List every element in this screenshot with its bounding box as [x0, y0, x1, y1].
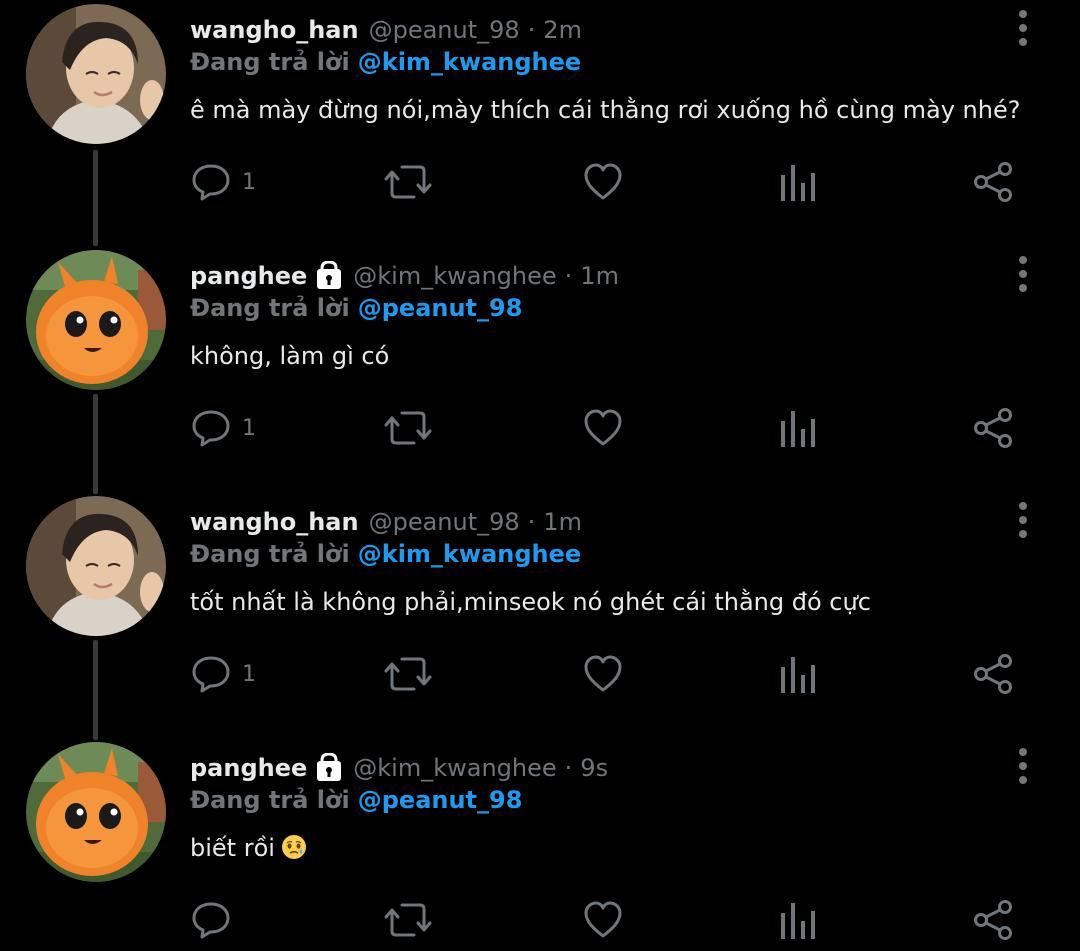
stats-button[interactable] — [780, 896, 816, 944]
tweet-text: biết rồi — [190, 834, 275, 862]
timestamp[interactable]: 1m — [543, 508, 582, 536]
reply-prefix: Đang trả lời — [190, 48, 350, 76]
share-button[interactable] — [972, 650, 1014, 698]
user-handle[interactable]: @peanut_98 — [369, 16, 520, 44]
tweet-text: không, làm gì có — [190, 342, 390, 370]
reply-button[interactable]: 1 — [190, 404, 256, 452]
tweet[interactable]: wangho_han @peanut_98 · 1m Đang trả lời @… — [0, 492, 1080, 738]
share-icon — [974, 162, 1012, 202]
reply-mention-link[interactable]: @kim_kwanghee — [358, 540, 581, 568]
reply-count: 1 — [242, 169, 256, 195]
like-icon — [584, 409, 622, 446]
user-handle[interactable]: @kim_kwanghee — [353, 754, 556, 782]
stats-button[interactable] — [780, 404, 816, 452]
retweet-icon — [384, 657, 432, 691]
like-icon — [584, 163, 622, 200]
replying-to: Đang trả lời @peanut_98 — [190, 786, 522, 814]
retweet-icon — [384, 165, 432, 199]
stats-icon — [781, 903, 815, 939]
display-name[interactable]: panghee — [190, 754, 307, 782]
user-handle[interactable]: @kim_kwanghee — [353, 262, 556, 290]
display-name[interactable]: wangho_han — [190, 16, 359, 44]
action-bar: 1 — [0, 158, 1080, 206]
reply-prefix: Đang trả lời — [190, 540, 350, 568]
tweet-body: biết rồi — [190, 834, 307, 862]
replying-to: Đang trả lời @peanut_98 — [190, 294, 522, 322]
tweet[interactable]: wangho_han @peanut_98 · 2m Đang trả lời @… — [0, 0, 1080, 246]
reply-count: 1 — [242, 661, 256, 687]
avatar[interactable] — [26, 250, 166, 390]
separator-dot: · — [527, 508, 536, 536]
action-bar: 1 — [0, 404, 1080, 452]
separator-dot: · — [564, 262, 573, 290]
tweet-text: ê mà mày đừng nói,mày thích cái thằng rơ… — [190, 96, 1021, 124]
action-bar — [0, 896, 1080, 944]
like-button[interactable] — [582, 158, 624, 206]
stats-button[interactable] — [780, 650, 816, 698]
reply-mention-link[interactable]: @kim_kwanghee — [358, 48, 581, 76]
share-icon — [974, 654, 1012, 694]
avatar[interactable] — [26, 742, 166, 882]
like-icon — [584, 901, 622, 938]
stats-icon — [781, 411, 815, 447]
more-icon[interactable] — [1006, 746, 1040, 786]
reply-prefix: Đang trả lời — [190, 294, 350, 322]
tweet[interactable]: panghee @kim_kwanghee · 1m Đang trả lời @… — [0, 246, 1080, 492]
reply-prefix: Đang trả lời — [190, 786, 350, 814]
retweet-button[interactable] — [384, 650, 432, 698]
timestamp[interactable]: 1m — [580, 262, 619, 290]
display-name[interactable]: wangho_han — [190, 508, 359, 536]
retweet-button[interactable] — [384, 896, 432, 944]
like-button[interactable] — [582, 896, 624, 944]
lock-icon — [315, 260, 343, 291]
share-button[interactable] — [972, 896, 1014, 944]
more-icon[interactable] — [1006, 254, 1040, 294]
reply-icon — [192, 656, 230, 693]
reply-button[interactable] — [190, 896, 242, 944]
stats-icon — [781, 165, 815, 201]
retweet-icon — [384, 411, 432, 445]
share-icon — [974, 408, 1012, 448]
timestamp[interactable]: 9s — [580, 754, 608, 782]
stats-button[interactable] — [780, 158, 816, 206]
timestamp[interactable]: 2m — [543, 16, 582, 44]
action-bar: 1 — [0, 650, 1080, 698]
separator-dot: · — [564, 754, 573, 782]
share-button[interactable] — [972, 404, 1014, 452]
share-icon — [974, 900, 1012, 940]
reply-mention-link[interactable]: @peanut_98 — [358, 294, 523, 322]
retweet-button[interactable] — [384, 404, 432, 452]
lock-icon — [315, 752, 343, 783]
display-name[interactable]: panghee — [190, 262, 307, 290]
retweet-button[interactable] — [384, 158, 432, 206]
user-handle[interactable]: @peanut_98 — [369, 508, 520, 536]
like-button[interactable] — [582, 650, 624, 698]
reply-count: 1 — [242, 415, 256, 441]
tweet-text: tốt nhất là không phải,minseok nó ghét c… — [190, 588, 871, 616]
retweet-icon — [384, 903, 432, 937]
replying-to: Đang trả lời @kim_kwanghee — [190, 540, 581, 568]
avatar[interactable] — [26, 496, 166, 636]
reply-button[interactable]: 1 — [190, 650, 256, 698]
separator-dot: · — [527, 16, 536, 44]
more-icon[interactable] — [1006, 500, 1040, 540]
more-icon[interactable] — [1006, 8, 1040, 48]
avatar[interactable] — [26, 4, 166, 144]
reply-icon — [192, 410, 230, 447]
reply-mention-link[interactable]: @peanut_98 — [358, 786, 523, 814]
like-icon — [584, 655, 622, 692]
stats-icon — [781, 657, 815, 693]
share-button[interactable] — [972, 158, 1014, 206]
face-holding-back-tears-icon — [281, 834, 307, 860]
reply-icon — [192, 902, 230, 939]
reply-button[interactable]: 1 — [190, 158, 256, 206]
replying-to: Đang trả lời @kim_kwanghee — [190, 48, 581, 76]
like-button[interactable] — [582, 404, 624, 452]
reply-icon — [192, 164, 230, 201]
tweet[interactable]: panghee @kim_kwanghee · 9s Đang trả lời @… — [0, 738, 1080, 951]
